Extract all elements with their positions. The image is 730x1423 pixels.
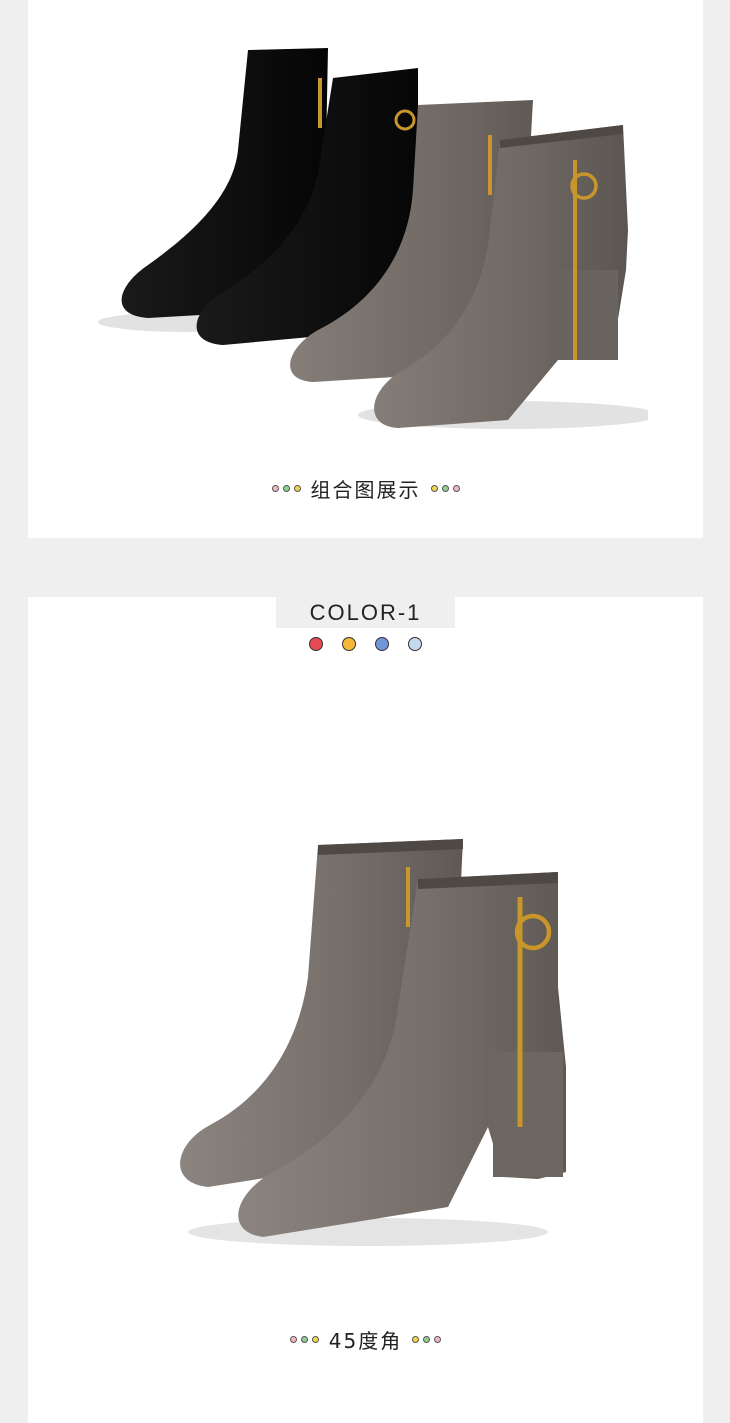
grey-boots-45-photo [180, 839, 566, 1246]
angle-caption: 45度角 [28, 1325, 703, 1354]
decor-dot [300, 1336, 308, 1343]
decor-dot [452, 485, 460, 492]
caption-dots-right [430, 485, 460, 492]
angle-caption-text: 45度角 [328, 1329, 403, 1353]
caption-dots-right [412, 1336, 442, 1343]
combo-panel: 组合图展示 [28, 0, 703, 538]
color-tab: COLOR-1 [276, 597, 455, 628]
decor-dot [282, 485, 290, 492]
decor-dot [441, 485, 449, 492]
color-tab-label: COLOR-1 [309, 599, 422, 625]
combo-caption: 组合图展示 [28, 474, 703, 503]
caption-dots-left [289, 1336, 319, 1343]
decor-dot [412, 1336, 420, 1343]
color-swatch-red[interactable] [309, 637, 323, 651]
color-swatch-blue[interactable] [375, 637, 389, 651]
decor-dot [271, 485, 279, 492]
decor-dot [293, 485, 301, 492]
color-swatch-yellow[interactable] [342, 637, 356, 651]
decor-dot [423, 1336, 431, 1343]
color-swatch-light-blue[interactable] [408, 637, 422, 651]
decor-dot [311, 1336, 319, 1343]
combo-caption-text: 组合图展示 [310, 478, 421, 502]
color-swatches [28, 637, 703, 651]
caption-dots-left [271, 485, 301, 492]
combo-boots-photo [98, 48, 648, 429]
decor-dot [430, 485, 438, 492]
decor-dot [434, 1336, 442, 1343]
color-panel: COLOR-1 45度角 [28, 597, 703, 1423]
decor-dot [289, 1336, 297, 1343]
